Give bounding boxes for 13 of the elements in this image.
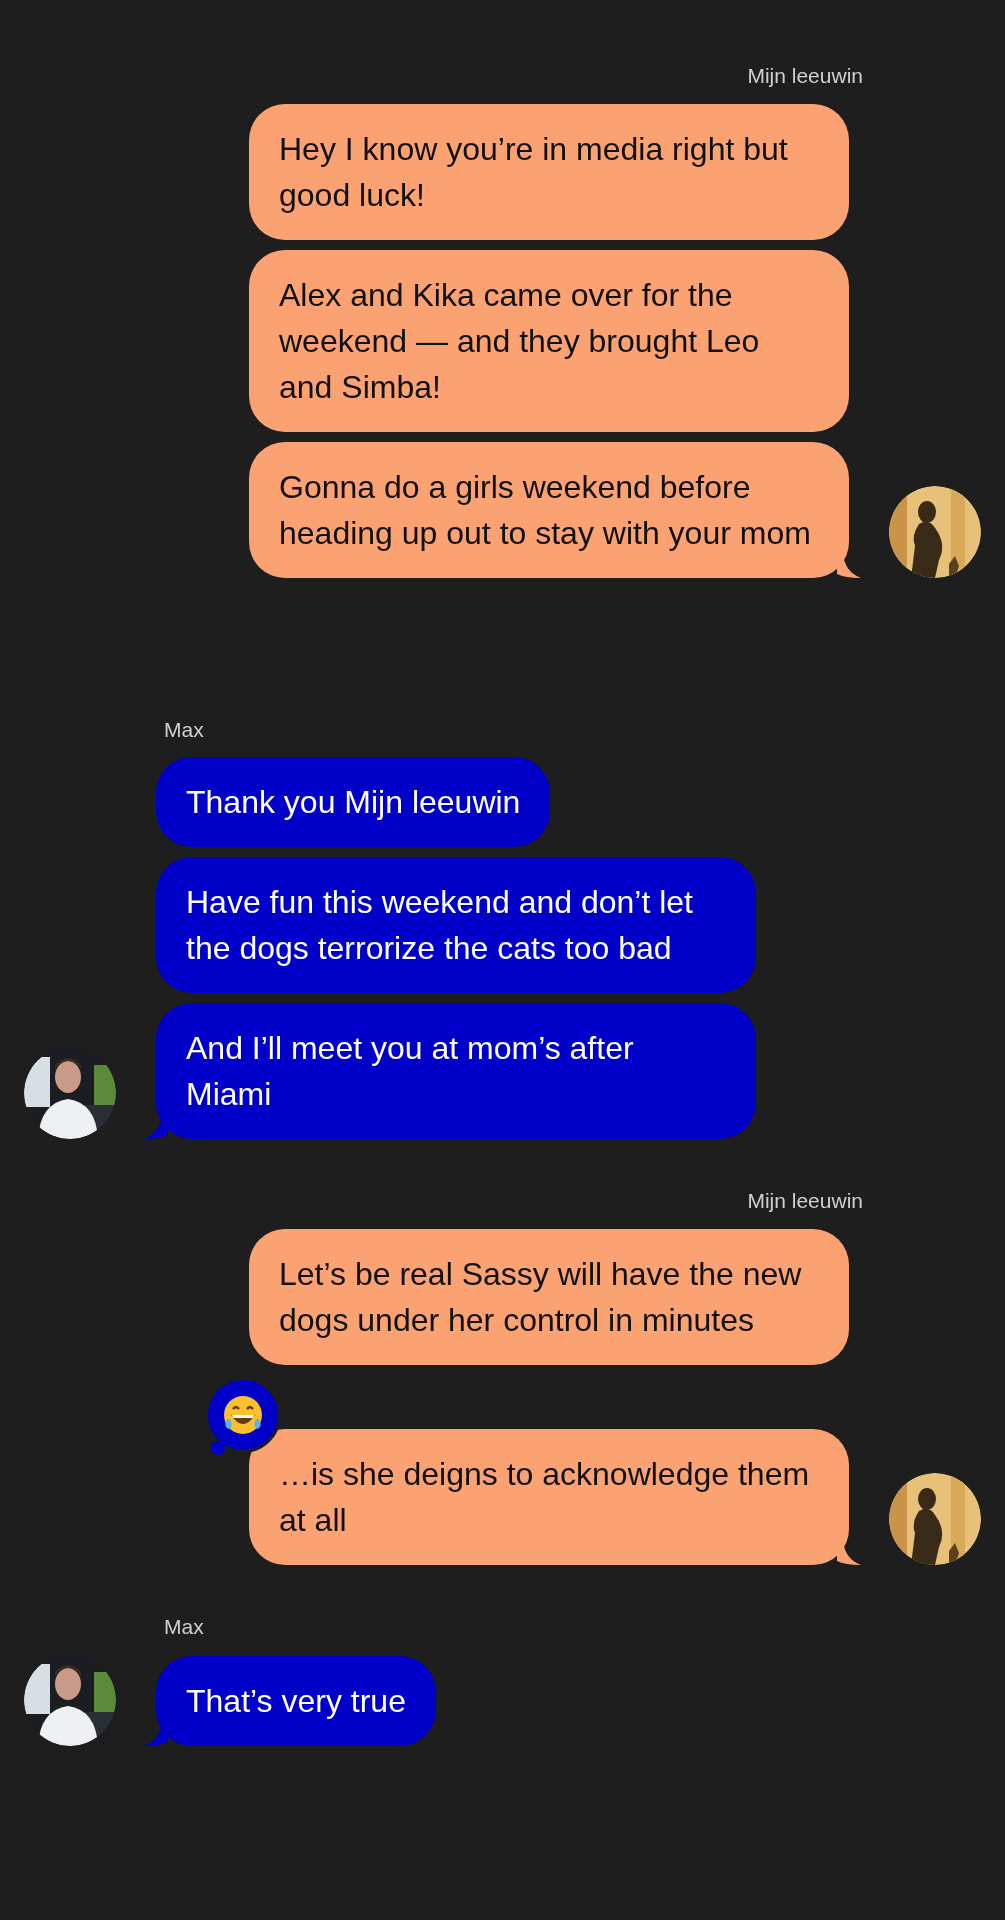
sender-name: Mijn leeuwin [747,63,863,89]
message-bubble: That’s very true [156,1656,436,1746]
message-bubble: …is she deigns to acknowledge them at all [249,1428,849,1565]
message-bubble: Let’s be real Sassy will have the new dogs under her control in minutes [249,1228,849,1365]
sender-name: Max [164,716,204,743]
sender-name: Mijn leeuwin [747,1188,863,1214]
message-bubble: Thank you Mijn leeuwin [156,757,551,847]
message-bubble: Have fun this weekend and don’t let the dogs terrorize the cats too bad [156,857,756,993]
message-bubble: Alex and Kika came over for the weekend — and they brought Leo and Simba! [249,249,849,432]
message-bubble: Hey I know you’re in media right but good luck! [249,103,849,240]
message-bubble: Gonna do a girls weekend before heading up out to stay with your mom [249,441,849,578]
sender-name: Max [164,1613,204,1640]
message-bubble: And I’ll meet you at mom’s after Miami [156,1003,756,1139]
